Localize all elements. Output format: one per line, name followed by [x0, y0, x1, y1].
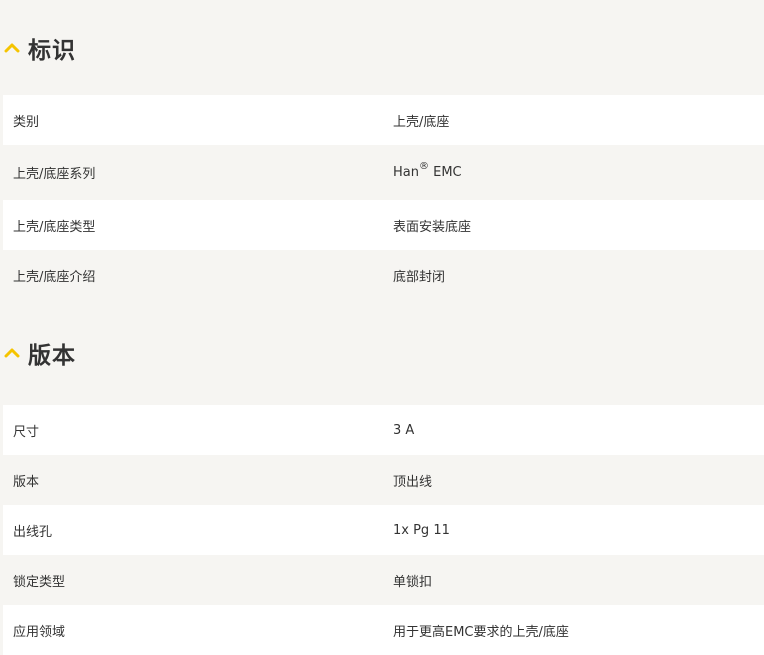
spec-value: 上壳/底座	[393, 114, 450, 130]
section-title: 版本	[28, 342, 76, 369]
spec-label: 版本	[13, 474, 40, 490]
table-row: 上壳/底座系列 Han® EMC	[3, 145, 764, 200]
table-row: 锁定类型 单锁扣	[3, 555, 764, 605]
table-row: 出线孔 1x Pg 11	[3, 505, 764, 555]
section-identification: 标识 类别 上壳/底座 上壳/底座系列 Han® EMC 上壳/底座类型 表面安…	[0, 0, 764, 300]
spec-value: 顶出线	[393, 474, 433, 490]
spec-value: 表面安装底座	[393, 219, 472, 235]
spec-value: 1x Pg 11	[393, 522, 450, 538]
table-row: 应用领域 用于更高EMC要求的上壳/底座	[3, 605, 764, 655]
spec-value: 用于更高EMC要求的上壳/底座	[393, 624, 569, 640]
chevron-up-icon[interactable]	[4, 42, 20, 54]
spec-value: 单锁扣	[393, 574, 433, 590]
spec-label: 锁定类型	[13, 574, 66, 590]
spec-label: 应用领域	[13, 624, 66, 640]
registered-mark: ®	[418, 160, 429, 172]
spec-value-tail: EMC	[428, 165, 462, 180]
spec-value-main: Han	[393, 165, 419, 180]
spec-label: 上壳/底座介绍	[13, 269, 96, 285]
spec-label: 出线孔	[13, 524, 53, 540]
table-row: 上壳/底座类型 表面安装底座	[3, 200, 764, 250]
spec-value: Han® EMC	[383, 161, 764, 180]
table-row: 版本 顶出线	[3, 455, 764, 505]
table-row: 上壳/底座介绍 底部封闭	[3, 250, 764, 300]
spec-value: 底部封闭	[393, 269, 446, 285]
spec-label: 上壳/底座系列	[13, 167, 96, 182]
spec-label: 类别	[13, 114, 40, 130]
table-row: 类别 上壳/底座	[3, 95, 764, 145]
spec-table-version: 尺寸 3 A 版本 顶出线 出线孔 1x Pg 11 锁定类型 单锁扣 应用领域…	[3, 405, 764, 655]
spec-label: 尺寸	[13, 424, 40, 440]
chevron-up-icon[interactable]	[4, 347, 20, 359]
section-header-identification[interactable]: 标识	[0, 0, 764, 95]
table-row: 尺寸 3 A	[3, 405, 764, 455]
section-title: 标识	[28, 37, 76, 64]
spec-value: 3 A	[393, 422, 415, 438]
spec-table-identification: 类别 上壳/底座 上壳/底座系列 Han® EMC 上壳/底座类型 表面安装底座…	[3, 95, 764, 300]
section-header-version[interactable]: 版本	[0, 300, 764, 405]
section-version: 版本 尺寸 3 A 版本 顶出线 出线孔 1x Pg 11 锁定类型 单锁扣 应…	[0, 300, 764, 655]
spec-label: 上壳/底座类型	[13, 219, 96, 235]
